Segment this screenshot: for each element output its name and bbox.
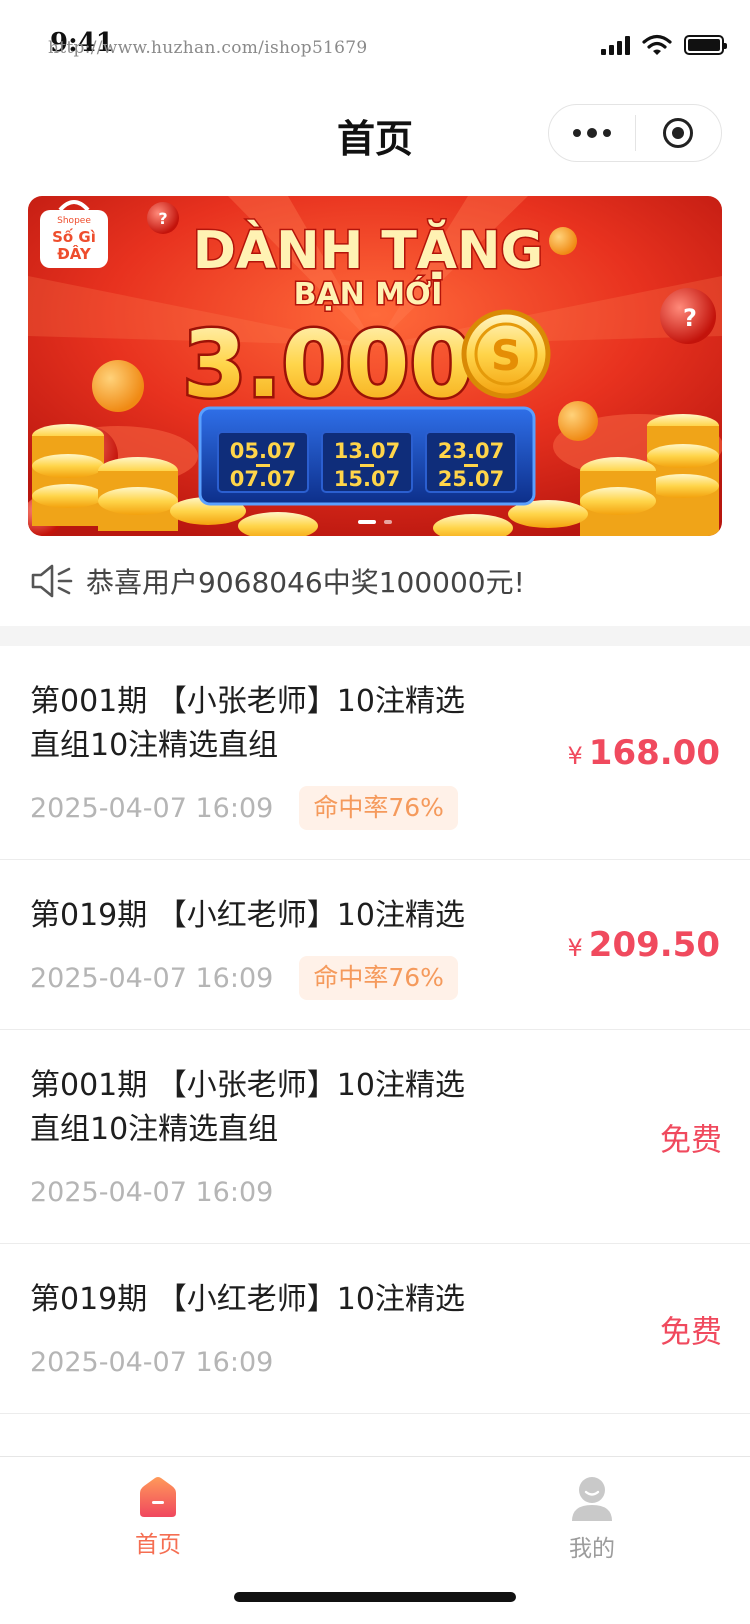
promo-banner[interactable]: ? ? Shopee Số Gì ĐÂY DÀNH TẶNG BẠN MỚI 3… [28, 196, 722, 536]
status-bar: 9:41 http://www.huzhan.com/ishop51679 [0, 0, 750, 88]
free-label: 免费 [660, 1122, 722, 1158]
banner-dot [384, 520, 392, 524]
user-icon [572, 1477, 612, 1521]
svg-text:25.07: 25.07 [438, 467, 504, 491]
banner-pagination [28, 520, 722, 524]
notice-text: 恭喜用户9068046中奖100000元! [86, 566, 525, 599]
home-indicator [234, 1592, 516, 1602]
battery-icon [684, 35, 727, 55]
hit-rate-badge: 命中率76% [299, 956, 458, 1000]
watermark-text: http://www.huzhan.com/ishop51679 [48, 38, 368, 58]
svg-text:ĐÂY: ĐÂY [57, 244, 92, 263]
item-title: 第019期 【小红老师】10注精选 [30, 1282, 465, 1317]
item-date: 2025-04-07 16:09 [30, 962, 274, 994]
target-icon [663, 118, 694, 148]
svg-text:S: S [491, 331, 521, 380]
item-title: 第001期 【小张老师】10注精选 直组10注精选直组 [30, 1068, 465, 1147]
hit-rate-badge: 命中率76% [299, 786, 458, 830]
free-label: 免费 [660, 1314, 722, 1350]
wifi-icon [642, 34, 672, 55]
signal-icon [601, 35, 630, 55]
item-date: 2025-04-07 16:09 [30, 1176, 274, 1208]
tab-home-label: 首页 [135, 1532, 181, 1558]
item-title: 第019期 【小红老师】10注精选 [30, 898, 465, 933]
tab-mine-label: 我的 [569, 1536, 615, 1562]
section-divider [0, 626, 750, 646]
svg-text:15.07: 15.07 [334, 467, 400, 491]
status-icons [601, 34, 727, 56]
svg-text:13.07: 13.07 [334, 439, 400, 463]
list-item[interactable]: 第019期 【小红老师】10注精选 2025-04-07 16:09 免费 [0, 1244, 750, 1414]
svg-text:07.07: 07.07 [230, 467, 296, 491]
close-button[interactable] [636, 105, 722, 161]
svg-text:23.07: 23.07 [438, 439, 504, 463]
item-date: 2025-04-07 16:09 [30, 792, 274, 824]
winner-notice: 恭喜用户9068046中奖100000元! [30, 556, 525, 606]
item-price: ¥209.50 [567, 924, 720, 965]
speaker-icon [31, 564, 73, 598]
svg-text:Số Gì: Số Gì [52, 227, 96, 246]
svg-text:?: ? [158, 209, 167, 228]
svg-text:05.07: 05.07 [230, 439, 296, 463]
plan-list: 第001期 【小张老师】10注精选 直组10注精选直组 2025-04-07 1… [0, 646, 750, 1414]
svg-text:Shopee: Shopee [57, 216, 91, 226]
list-item[interactable]: 第001期 【小张老师】10注精选 直组10注精选直组 2025-04-07 1… [0, 646, 750, 860]
nav-bar: 首页 [0, 88, 750, 178]
banner-dot-active [358, 520, 376, 524]
item-price: ¥168.00 [567, 732, 720, 773]
banner-subline: BẠN MỚI [294, 275, 443, 312]
shopee-logo: Shopee Số Gì ĐÂY [40, 200, 108, 268]
tab-home[interactable]: 首页 [98, 1475, 218, 1559]
mini-program-capsule [548, 104, 722, 162]
tab-bar: 首页 我的 [0, 1456, 750, 1624]
list-item[interactable]: 第001期 【小张老师】10注精选 直组10注精选直组 2025-04-07 1… [0, 1030, 750, 1244]
svg-text:?: ? [683, 304, 697, 332]
list-item[interactable]: 第019期 【小红老师】10注精选 2025-04-07 16:09 命中率76… [0, 860, 750, 1030]
item-date: 2025-04-07 16:09 [30, 1346, 274, 1378]
item-title: 第001期 【小张老师】10注精选 直组10注精选直组 [30, 684, 465, 763]
home-icon [140, 1477, 176, 1517]
more-dots-icon[interactable] [549, 105, 635, 161]
banner-headline: DÀNH TẶNG [193, 219, 543, 281]
banner-amount: 3.000 [182, 311, 473, 418]
tab-mine[interactable]: 我的 [532, 1475, 652, 1563]
